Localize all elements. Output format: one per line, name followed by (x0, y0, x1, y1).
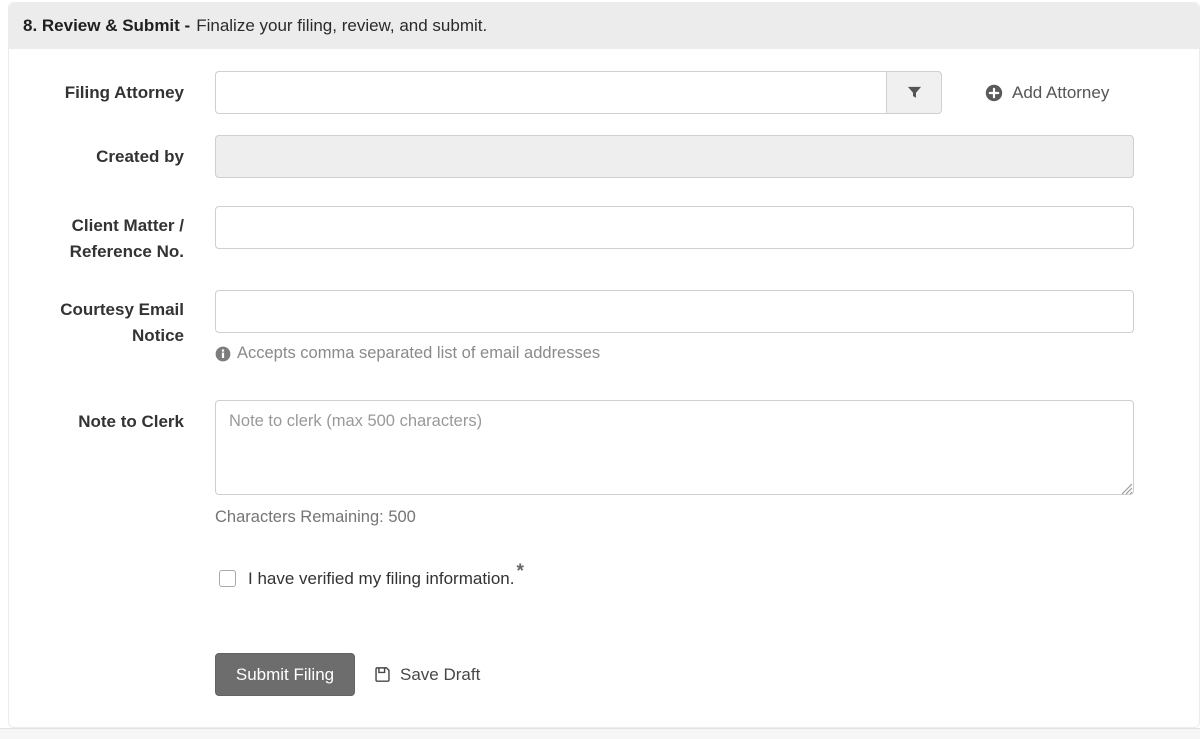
save-draft-button[interactable]: Save Draft (373, 653, 480, 696)
info-circle-icon (215, 346, 231, 362)
courtesy-email-label: Courtesy Email Notice (9, 297, 184, 349)
section-subtitle: Finalize your filing, review, and submit… (196, 16, 487, 36)
verify-checkbox-label: I have verified my filing information.* (248, 566, 524, 591)
submit-filing-button[interactable]: Submit Filing (215, 653, 355, 696)
courtesy-email-input[interactable] (215, 290, 1134, 333)
add-attorney-label: Add Attorney (1012, 83, 1109, 103)
attorney-filter-button[interactable] (886, 71, 942, 114)
section-title: 8. Review & Submit - (23, 16, 190, 36)
verify-checkbox[interactable] (219, 570, 236, 587)
characters-remaining-text: Characters Remaining: 500 (215, 508, 416, 527)
page-bottom-background (0, 728, 1200, 739)
client-matter-input[interactable] (215, 206, 1134, 249)
client-matter-label: Client Matter / Reference No. (9, 213, 184, 265)
courtesy-email-help: Accepts comma separated list of email ad… (215, 344, 600, 363)
note-to-clerk-textarea[interactable] (215, 400, 1134, 495)
verification-row: I have verified my filing information.* (219, 566, 524, 591)
review-submit-panel: 8. Review & Submit - Finalize your filin… (8, 2, 1200, 728)
add-attorney-button[interactable]: Add Attorney (985, 71, 1109, 114)
required-asterisk: * (516, 561, 523, 582)
section-header: 8. Review & Submit - Finalize your filin… (9, 3, 1199, 49)
floppy-disk-icon (373, 665, 392, 684)
filing-attorney-label: Filing Attorney (9, 71, 184, 114)
created-by-label: Created by (9, 135, 184, 178)
filing-attorney-input[interactable] (215, 71, 887, 114)
textarea-resize-handle[interactable] (1121, 482, 1133, 494)
courtesy-email-help-text: Accepts comma separated list of email ad… (237, 344, 600, 363)
funnel-icon (907, 85, 922, 100)
created-by-input (215, 135, 1134, 178)
note-to-clerk-label: Note to Clerk (9, 400, 184, 443)
plus-circle-icon (985, 84, 1003, 102)
save-draft-label: Save Draft (400, 665, 480, 685)
